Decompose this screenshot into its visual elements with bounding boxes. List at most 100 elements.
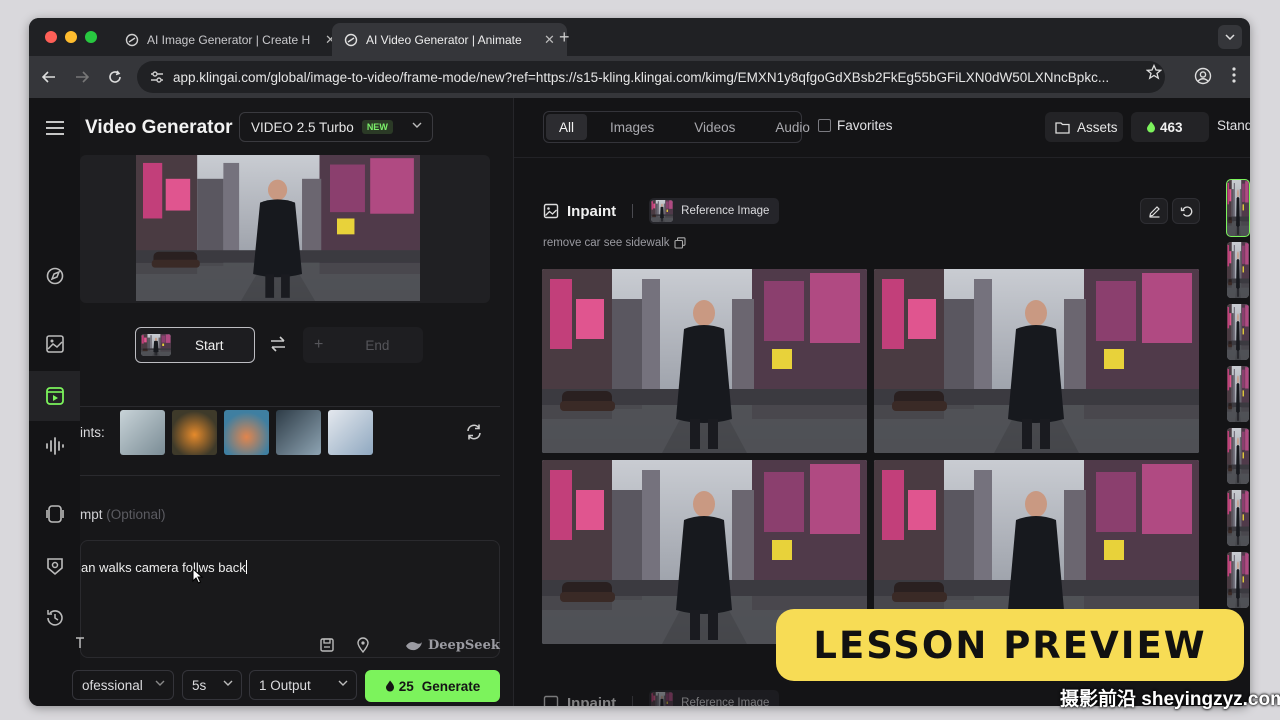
edit-pencil-icon[interactable] — [1140, 198, 1168, 224]
inpaint-title: Inpaint — [567, 202, 617, 220]
reference-image-chip[interactable]: Reference Image — [649, 690, 780, 706]
prompt-text: an walks camera follws back — [81, 560, 247, 575]
favorites-label: Favorites — [837, 118, 893, 133]
tab-title: AI Image Generator | Create H — [147, 32, 311, 47]
reference-thumbnail — [651, 200, 674, 222]
history-thumbnail[interactable] — [1226, 179, 1250, 237]
inpaint-header: Inpaint Reference Image — [543, 198, 780, 224]
tab-title: AI Video Generator | Animate — [366, 32, 522, 47]
filter-tab-videos[interactable]: Videos — [681, 114, 748, 140]
history-thumbnail[interactable] — [1227, 552, 1249, 608]
credit-flame-icon — [385, 680, 394, 692]
hint-thumbnail[interactable] — [276, 410, 321, 455]
browser-tab-video-generator[interactable]: AI Video Generator | Animate ✕ — [332, 23, 567, 56]
history-thumbnail[interactable] — [1227, 490, 1249, 546]
tab-search-chevron-icon[interactable] — [1218, 25, 1242, 49]
bookmark-star-icon[interactable] — [1146, 64, 1162, 80]
close-tab-icon[interactable]: ✕ — [544, 32, 555, 48]
prompt-textarea[interactable]: an walks camera follws back DeepSeek — [76, 540, 500, 658]
result-image[interactable] — [874, 269, 1199, 453]
generate-button[interactable]: 25 Generate — [365, 670, 500, 702]
chevron-down-icon — [155, 680, 165, 686]
divider — [514, 157, 1250, 158]
mode-select[interactable]: ofessional — [72, 670, 174, 700]
hint-thumbnail[interactable] — [172, 410, 217, 455]
assets-button[interactable]: Assets — [1045, 112, 1123, 142]
canvas-icon[interactable] — [44, 503, 66, 525]
profile-icon[interactable] — [1194, 67, 1212, 85]
prompt-label: mpt (Optional) — [80, 507, 166, 522]
output-count-select[interactable]: 1 Output — [249, 670, 357, 700]
hints-label: ints: — [80, 425, 105, 440]
page-title: Video Generator — [85, 117, 233, 138]
generate-cost: 25 — [398, 678, 414, 694]
hint-thumbnail[interactable] — [224, 410, 269, 455]
start-label: Start — [195, 337, 224, 353]
reference-label: Reference Image — [681, 205, 770, 217]
generate-label: Generate — [421, 678, 481, 694]
chevron-down-icon — [338, 680, 348, 686]
result-image[interactable] — [542, 269, 867, 453]
deepseek-label: DeepSeek — [428, 638, 500, 653]
kling-favicon-icon — [125, 33, 139, 46]
generator-panel: Video Generator VIDEO 2.5 Turbo NEW Star… — [72, 98, 514, 706]
start-frame-preview[interactable] — [80, 155, 490, 303]
address-bar[interactable]: app.klingai.com/global/image-to-video/fr… — [137, 61, 1165, 93]
video-gen-icon[interactable] — [44, 385, 66, 407]
history-thumbnail[interactable] — [1227, 304, 1249, 360]
tab-bar: AI Image Generator | Create H ✕ AI Video… — [29, 18, 1250, 56]
swap-arrows-icon[interactable] — [269, 336, 287, 352]
location-pin-icon[interactable] — [356, 637, 370, 653]
assets-shield-icon[interactable] — [44, 555, 66, 577]
plan-label[interactable]: Stand — [1217, 118, 1250, 133]
browser-window: AI Image Generator | Create H ✕ AI Video… — [29, 18, 1250, 706]
reference-image-chip[interactable]: Reference Image — [649, 198, 780, 224]
hamburger-menu-icon[interactable] — [44, 117, 66, 139]
inpaint-title: Inpaint — [567, 694, 617, 707]
result-prompt-text: remove car see sidewalk — [543, 237, 670, 249]
filter-tab-audio[interactable]: Audio — [762, 114, 823, 140]
browser-tab-image-generator[interactable]: AI Image Generator | Create H ✕ — [113, 23, 348, 56]
image-icon — [543, 695, 559, 706]
chevron-down-icon — [412, 122, 422, 128]
history-clock-icon[interactable] — [44, 607, 66, 629]
filter-tab-all[interactable]: All — [546, 114, 588, 140]
kebab-menu-icon[interactable] — [1232, 67, 1236, 83]
deepseek-button[interactable]: DeepSeek — [405, 638, 500, 653]
end-frame-button[interactable]: + End — [303, 327, 423, 363]
start-thumbnail — [141, 334, 171, 356]
explore-compass-icon[interactable] — [44, 265, 66, 287]
mouse-cursor-icon — [192, 568, 204, 584]
forward-arrow-icon[interactable] — [72, 67, 92, 87]
hint-thumbnail[interactable] — [120, 410, 165, 455]
start-frame-button[interactable]: Start — [135, 327, 255, 363]
minimize-window-button[interactable] — [65, 31, 77, 43]
reload-icon[interactable] — [105, 67, 125, 87]
back-arrow-icon[interactable] — [39, 67, 59, 87]
save-preset-icon[interactable] — [319, 637, 335, 653]
history-thumbnail[interactable] — [1227, 242, 1249, 298]
close-window-button[interactable] — [45, 31, 57, 43]
maximize-window-button[interactable] — [85, 31, 97, 43]
history-thumbnail[interactable] — [1227, 428, 1249, 484]
image-gen-icon[interactable] — [44, 333, 66, 355]
audio-waveform-icon[interactable] — [44, 435, 66, 457]
image-icon — [543, 203, 559, 219]
history-thumbnail[interactable] — [1227, 366, 1249, 422]
folder-icon — [1055, 121, 1070, 134]
model-select[interactable]: VIDEO 2.5 Turbo NEW — [239, 112, 433, 142]
refresh-icon[interactable] — [465, 423, 483, 441]
credits-balance[interactable]: 463 — [1131, 112, 1209, 142]
favorites-checkbox[interactable] — [818, 119, 831, 132]
duration-select[interactable]: 5s — [182, 670, 242, 700]
text-format-icon[interactable] — [75, 637, 85, 649]
watermark: 摄影前沿 sheyingzyz.com — [1060, 689, 1280, 710]
model-name: VIDEO 2.5 Turbo — [251, 119, 354, 135]
undo-icon[interactable] — [1172, 198, 1200, 224]
copy-icon[interactable] — [674, 237, 686, 249]
site-settings-icon[interactable] — [149, 69, 165, 85]
filter-tab-images[interactable]: Images — [597, 114, 667, 140]
new-tab-plus-icon[interactable]: + — [559, 27, 570, 48]
separator — [632, 696, 634, 706]
hint-thumbnail[interactable] — [328, 410, 373, 455]
